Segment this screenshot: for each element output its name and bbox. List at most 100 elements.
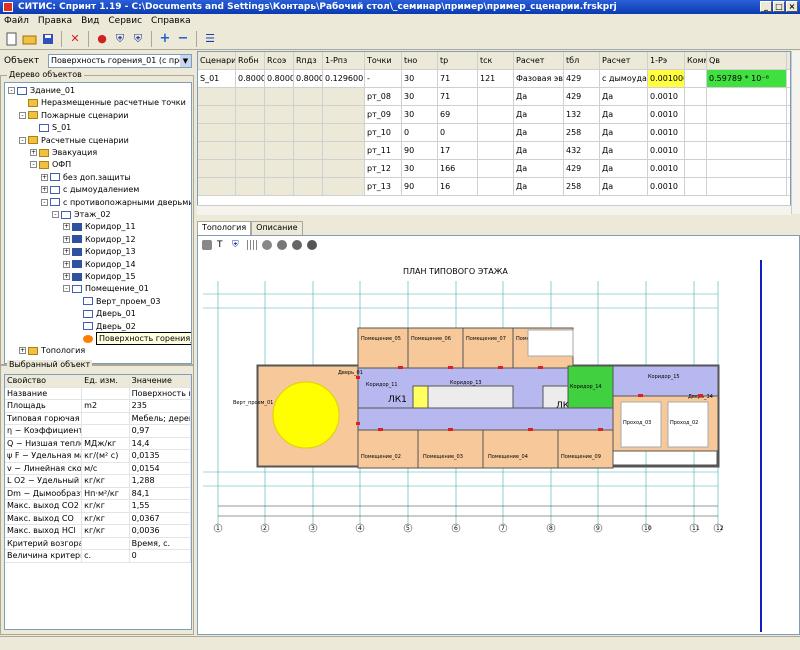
property-row[interactable]: Типовая горючая наг Мебель; дерево+ <box>5 412 191 425</box>
property-row[interactable]: Q − Низшая теплота сМДж/кг14,4 <box>5 437 191 450</box>
expand-icon[interactable]: + <box>63 223 70 231</box>
tree-node[interactable]: - Здание_01 <box>8 85 75 96</box>
column-header[interactable]: Сценарий <box>198 52 236 69</box>
column-header[interactable]: 1-Рэ <box>648 52 685 69</box>
remove-icon[interactable]: − <box>175 31 191 47</box>
collapse-icon[interactable]: - <box>30 161 37 169</box>
menu-file[interactable]: Файл <box>4 16 29 26</box>
tree-node[interactable]: - с противопожарными дверьми в <box>41 197 191 208</box>
horizontal-scrollbar[interactable] <box>197 205 791 215</box>
tree-node[interactable]: + без доп.защиты <box>41 172 131 183</box>
save-icon[interactable] <box>40 31 56 47</box>
tree-node[interactable]: Поверхность горения_01 <box>74 332 191 345</box>
column-header[interactable]: tск <box>478 52 514 69</box>
table-row[interactable]: рт_11 90 17 Да 432 Да 0.0010 <box>198 142 790 160</box>
property-row[interactable]: ψ F − Удельная масскг/(м² с)0,0135 <box>5 450 191 463</box>
property-row[interactable]: Макс. выход HCl кг/кг 0,0036 <box>5 525 191 538</box>
collapse-icon[interactable]: - <box>8 87 15 94</box>
open-folder-icon[interactable] <box>22 31 38 47</box>
tab-topology[interactable]: Топология <box>197 221 252 235</box>
object-tree[interactable]: - Здание_01 Неразмещенные расчетные точки -… <box>4 82 192 364</box>
collapse-icon[interactable]: - <box>41 198 48 206</box>
tree-node[interactable]: Неразмещенные расчетные точки <box>19 97 186 108</box>
expand-icon[interactable]: + <box>63 248 70 256</box>
column-header[interactable]: Rсоэ <box>265 52 294 69</box>
tree-node[interactable]: - Расчетные сценарии <box>19 135 129 146</box>
property-grid[interactable]: Свойство Ед. изм. Значение Название Поверхно… <box>4 374 192 630</box>
tree-node[interactable]: + Эвакуация <box>30 147 97 158</box>
property-row[interactable]: L O2 − Удельный ракг/кг1,288 <box>5 475 191 488</box>
tree-node[interactable]: + Коридор_12 <box>63 234 136 245</box>
table-row[interactable]: рт_08 30 71 Да 429 Да 0.0010 <box>198 88 790 106</box>
record-icon[interactable]: ● <box>94 31 110 47</box>
tree-node[interactable]: + с дымоудалением <box>41 184 139 195</box>
expand-icon[interactable]: + <box>41 186 48 194</box>
table-row[interactable]: рт_12 30 166 Да 429 Да 0.0010 <box>198 160 790 178</box>
property-row[interactable]: Критерий возгорани Время, с. <box>5 537 191 550</box>
expand-icon[interactable]: + <box>30 149 37 156</box>
menu-service[interactable]: Сервис <box>108 16 142 26</box>
property-row[interactable]: Макс. выход CO2 кг/кг 1,55 <box>5 500 191 513</box>
collapse-icon[interactable]: - <box>63 285 70 293</box>
table-row[interactable]: рт_09 30 69 Да 132 Да 0.0010 <box>198 106 790 124</box>
shield-icon[interactable]: ⛨ <box>130 31 146 47</box>
tree-node[interactable]: Верт_проем_03 <box>74 296 161 307</box>
new-file-icon[interactable] <box>4 31 20 47</box>
column-header[interactable]: Ед. изм. <box>82 375 130 387</box>
table-row[interactable]: S_01 0.8000 0.8000 0.8000 0.129600-30 71 121 Фа… <box>198 70 790 88</box>
column-header[interactable]: tбл <box>564 52 600 69</box>
tree-node[interactable]: + Коридор_11 <box>63 221 136 232</box>
column-header[interactable]: Свойство <box>5 375 83 387</box>
column-header[interactable]: 1-Pпз <box>323 52 365 69</box>
tree-node[interactable]: + Коридор_14 <box>63 259 136 270</box>
chevron-down-icon[interactable]: ▼ <box>180 55 191 67</box>
expand-icon[interactable]: + <box>41 173 48 181</box>
tree-node[interactable]: + Топология <box>19 345 85 356</box>
add-icon[interactable]: + <box>157 31 173 47</box>
tree-node[interactable]: - Пожарные сценарии <box>19 110 128 121</box>
tree-node[interactable]: + Коридор_13 <box>63 246 136 257</box>
column-header[interactable]: Точки <box>365 52 402 69</box>
minimize-button[interactable]: _ <box>760 1 772 12</box>
property-row[interactable]: v − Линейная скоросм/с0,0154 <box>5 462 191 475</box>
shield-check-icon[interactable]: ⛨ <box>112 31 128 47</box>
property-row[interactable]: Макс. выход CO кг/кг 0,0367 <box>5 512 191 525</box>
tree-node[interactable]: Дверь_02 <box>74 321 136 332</box>
property-row[interactable]: η − Коэффициент по 0,97 <box>5 425 191 438</box>
collapse-icon[interactable]: - <box>19 136 26 144</box>
column-header[interactable]: Расчет <box>514 52 564 69</box>
column-header[interactable]: tр <box>438 52 478 69</box>
collapse-icon[interactable]: - <box>19 111 26 119</box>
expand-icon[interactable]: + <box>63 235 70 243</box>
menu-edit[interactable]: Правка <box>38 16 72 26</box>
object-select[interactable]: Поверхность горения_01 (с противо ▼ <box>48 54 192 68</box>
column-header[interactable]: Rобн <box>236 52 265 69</box>
column-header[interactable]: tно <box>402 52 438 69</box>
tree-node[interactable]: S_01 <box>30 122 71 133</box>
column-header[interactable]: Qв <box>707 52 787 69</box>
delete-icon[interactable]: ✕ <box>67 31 83 47</box>
table-row[interactable]: рт_13 90 16 Да 258 Да 0.0010 <box>198 178 790 196</box>
scenario-table[interactable]: СценарийRобнRсоэRпдз1-PпзТочкиtноtрtскРа… <box>197 51 791 214</box>
table-row[interactable]: рт_10 0 0 Да 258 Да 0.0010 <box>198 124 790 142</box>
column-header[interactable]: Значение <box>130 375 191 387</box>
expand-icon[interactable]: + <box>63 273 70 280</box>
column-header[interactable]: Rпдз <box>294 52 323 69</box>
collapse-icon[interactable]: - <box>52 211 59 218</box>
plan-canvas[interactable]: T ⛨ ПЛАН ТИПОВОГО ЭТАЖА Помещение_05 Пом… <box>197 235 800 635</box>
property-row[interactable]: Площадь m2 235 <box>5 400 191 413</box>
expand-icon[interactable]: + <box>63 260 70 268</box>
property-row[interactable]: Dm − ДымообразующНп·м²/кг84,1 <box>5 487 191 500</box>
tree-node[interactable]: - ОФП <box>30 159 71 170</box>
tree-node[interactable]: + Коридор_15 <box>63 271 136 282</box>
vertical-scrollbar[interactable] <box>791 51 800 214</box>
maximize-button[interactable]: □ <box>773 1 785 12</box>
menu-view[interactable]: Вид <box>81 16 99 26</box>
tree-node[interactable]: Дверь_01 <box>74 308 136 319</box>
tab-description[interactable]: Описание <box>251 221 303 235</box>
property-row[interactable]: Величина критерия вс.0 <box>5 550 191 563</box>
property-row[interactable]: Название Поверхность гор <box>5 387 191 400</box>
expand-icon[interactable]: + <box>19 347 26 355</box>
tree-node[interactable]: - Помещение_01 <box>63 283 149 294</box>
menu-help[interactable]: Справка <box>151 16 191 26</box>
